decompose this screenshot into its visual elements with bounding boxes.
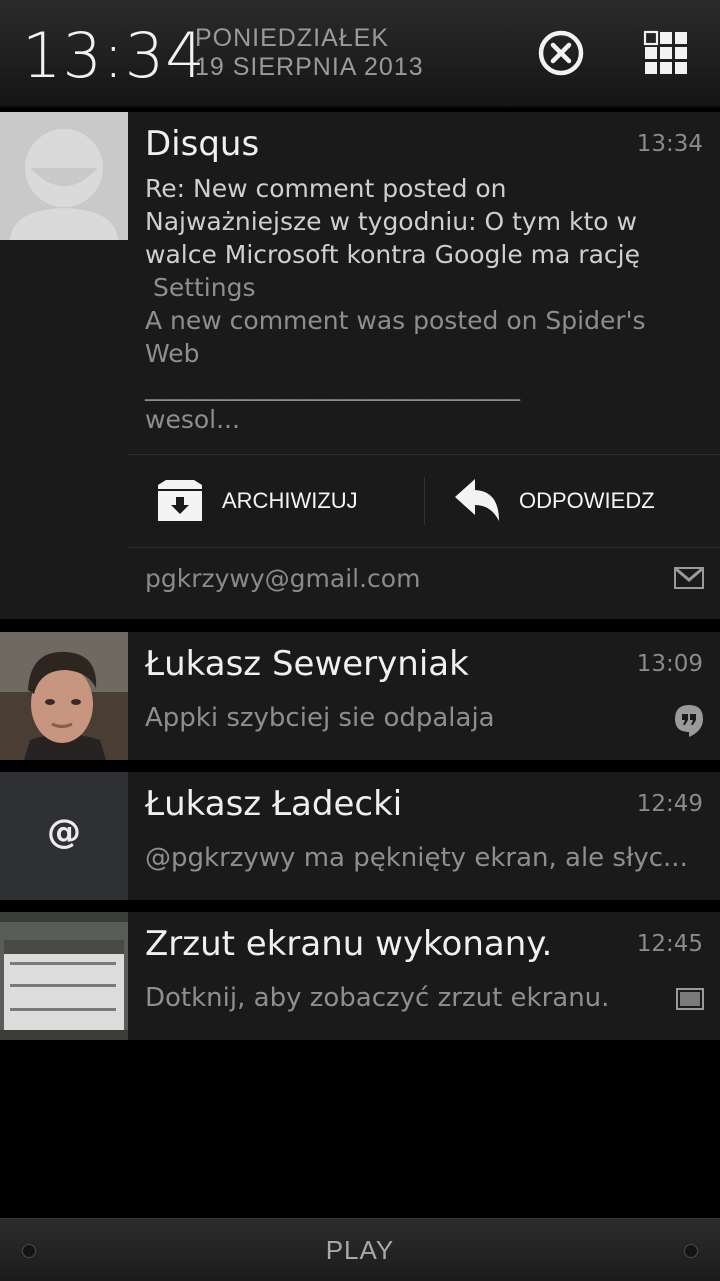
- reply-icon: [455, 479, 499, 521]
- notification-title: Zrzut ekranu wykonany.: [145, 924, 553, 964]
- notification-hangouts[interactable]: Łukasz Seweryniak 13:09 Appki szybciej s…: [0, 632, 720, 760]
- bottom-bar[interactable]: PLAY: [0, 1218, 720, 1281]
- right-dot-icon: [684, 1244, 698, 1258]
- at-icon: @: [47, 812, 81, 852]
- notification-time: 13:34: [636, 131, 703, 157]
- notification-disqus[interactable]: Disqus 13:34 Re: New comment posted on N…: [0, 112, 720, 619]
- body-line: ______________________________: [145, 372, 520, 401]
- notification-actions: ARCHIWIZUJ ODPOWIEDZ: [128, 454, 720, 548]
- notification-time: 13:09: [636, 651, 703, 677]
- archive-button[interactable]: ARCHIWIZUJ: [128, 455, 424, 547]
- body-line: A new comment was posted on Spider's: [145, 306, 646, 335]
- reply-label: ODPOWIEDZ: [519, 488, 655, 513]
- gmail-icon: [674, 567, 704, 589]
- screenshot-thumbnail: [0, 912, 128, 1040]
- date-block: PONIEDZIAŁEK 19 SIERPNIA 2013: [195, 24, 424, 82]
- default-avatar-icon: [0, 112, 128, 240]
- notification-twitter[interactable]: @ Łukasz Ładecki 12:49 @pgkrzywy ma pękn…: [0, 772, 720, 900]
- date-text: 19 SIERPNIA 2013: [195, 53, 424, 81]
- clear-all-icon[interactable]: [536, 28, 586, 78]
- notification-body: Re: New comment posted on Najważniejsze …: [145, 172, 705, 436]
- quick-settings-grid-icon[interactable]: [643, 30, 689, 76]
- account-email: pgkrzywy@gmail.com: [145, 564, 421, 593]
- body-line: Settings: [145, 273, 256, 302]
- notification-text: Dotknij, aby zobaczyć zrzut ekranu.: [145, 983, 610, 1013]
- clock: 13:34: [22, 19, 206, 92]
- archive-label: ARCHIWIZUJ: [222, 488, 358, 513]
- notification-time: 12:45: [636, 931, 703, 957]
- avatar: @: [0, 772, 128, 900]
- body-line: wesol...: [145, 405, 240, 434]
- body-line: Re: New comment posted on: [145, 174, 507, 203]
- hangouts-icon: [675, 705, 703, 737]
- notification-text: Appki szybciej sie odpalaja: [145, 703, 495, 733]
- notification-screenshot[interactable]: Zrzut ekranu wykonany. 12:45 Dotknij, ab…: [0, 912, 720, 1040]
- notification-text: @pgkrzywy ma pęknięty ekran, ale słyc...: [145, 843, 688, 873]
- notification-time: 12:49: [636, 791, 703, 817]
- notification-app-name: Disqus: [145, 124, 260, 164]
- body-line: walce Microsoft kontra Google ma rację: [145, 240, 640, 269]
- reply-button[interactable]: ODPOWIEDZ: [425, 455, 720, 547]
- weekday: PONIEDZIAŁEK: [195, 24, 389, 52]
- contact-photo: [0, 632, 128, 760]
- status-header: 13:34 PONIEDZIAŁEK 19 SIERPNIA 2013: [0, 0, 720, 108]
- play-label[interactable]: PLAY: [0, 1235, 720, 1265]
- notification-title: Łukasz Seweryniak: [145, 644, 469, 684]
- notification-title: Łukasz Ładecki: [145, 784, 403, 824]
- body-line: Najważniejsze w tygodniu: O tym kto w: [145, 207, 637, 236]
- archive-icon: [158, 480, 202, 521]
- body-line: Web: [145, 339, 200, 368]
- image-icon: [676, 988, 704, 1010]
